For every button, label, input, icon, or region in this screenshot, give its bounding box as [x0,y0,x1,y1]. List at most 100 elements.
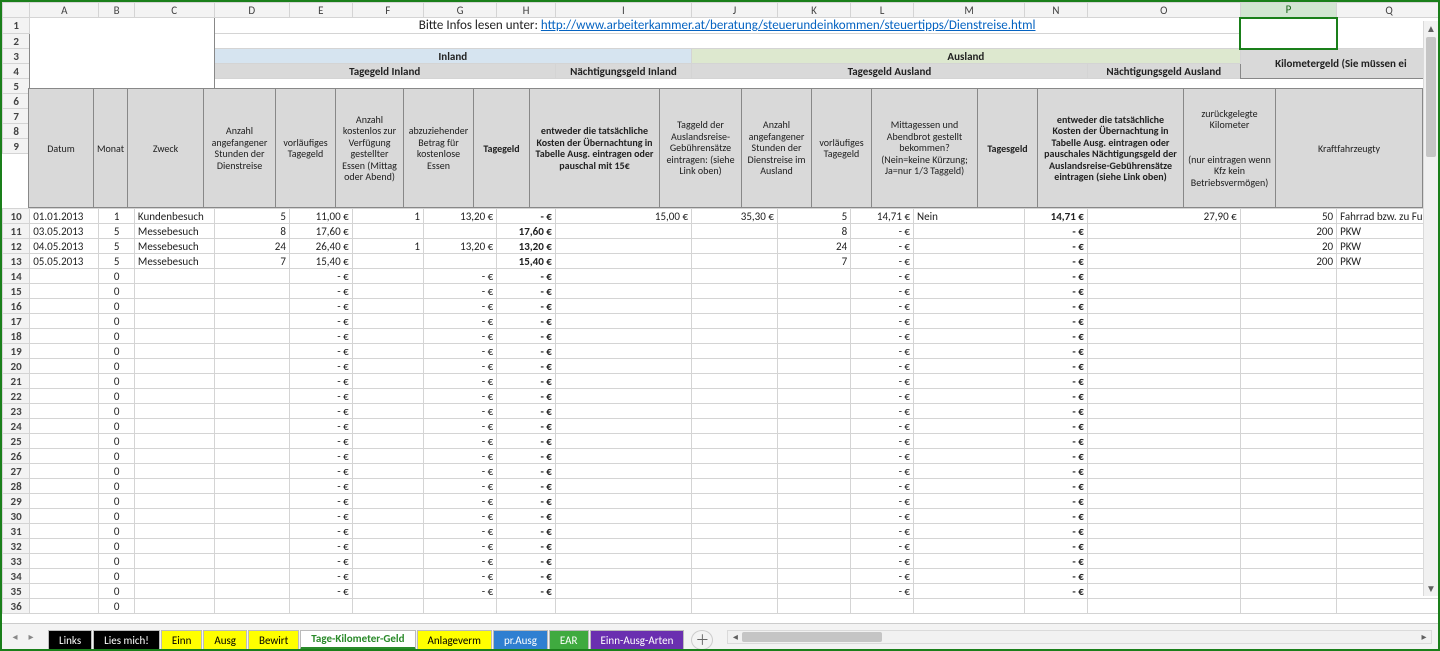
col-N[interactable]: N [1025,3,1088,18]
row-5[interactable]: 5 [3,79,30,94]
col-E[interactable]: E [289,3,352,18]
cell-E19[interactable]: - € [289,344,352,359]
tab-pr-ausg[interactable]: pr.Ausg [493,630,548,650]
cell-B33[interactable]: 0 [99,554,135,569]
cell-J33[interactable] [692,554,778,569]
cell-H36[interactable] [497,599,556,614]
cell-I20[interactable] [555,359,691,374]
cell-B14[interactable]: 0 [99,269,135,284]
cell-O12[interactable] [1087,239,1240,254]
cell-I32[interactable] [555,539,691,554]
cell-D16[interactable] [214,299,289,314]
cell-I13[interactable] [555,254,691,269]
cell-F21[interactable] [352,374,423,389]
cell-G21[interactable]: - € [423,374,496,389]
info-cell[interactable]: Bitte Infos lesen unter: http://www.arbe… [214,18,1240,34]
cell-D28[interactable] [214,479,289,494]
row-12[interactable]: 12 [3,239,30,254]
cell-J27[interactable] [692,464,778,479]
cell-E21[interactable]: - € [289,374,352,389]
cell-B24[interactable]: 0 [99,419,135,434]
tab-first-icon[interactable]: ◂ [8,630,22,644]
select-all-corner[interactable] [3,3,30,18]
row-15[interactable]: 15 [3,284,30,299]
cell-F35[interactable] [352,584,423,599]
cell-O32[interactable] [1087,539,1240,554]
col-D[interactable]: D [214,3,289,18]
cell-G25[interactable]: - € [423,434,496,449]
cell-E35[interactable]: - € [289,584,352,599]
cell-L29[interactable]: - € [851,494,914,509]
cell-A26[interactable] [30,449,99,464]
scroll-down-icon[interactable]: ▼ [1424,581,1438,596]
cell-D21[interactable] [214,374,289,389]
cell-N17[interactable]: - € [1025,314,1088,329]
cell-D25[interactable] [214,434,289,449]
cell-A11[interactable]: 03.05.2013 [30,224,99,239]
cell-F22[interactable] [352,389,423,404]
cell-K36[interactable] [777,599,850,614]
row-17[interactable]: 17 [3,314,30,329]
cell-J26[interactable] [692,449,778,464]
cell-I16[interactable] [555,299,691,314]
cell-K28[interactable] [777,479,850,494]
cell-C33[interactable] [134,554,214,569]
cell-E13[interactable]: 15,40 € [289,254,352,269]
row-18[interactable]: 18 [3,329,30,344]
cell-N22[interactable]: - € [1025,389,1088,404]
cell-E25[interactable]: - € [289,434,352,449]
cell-I36[interactable] [555,599,691,614]
cell-K31[interactable] [777,524,850,539]
cell-P29[interactable] [1240,494,1336,509]
cell-A24[interactable] [30,419,99,434]
cell-D12[interactable]: 24 [214,239,289,254]
cell-B35[interactable]: 0 [99,584,135,599]
cell-A15[interactable] [30,284,99,299]
cell-N27[interactable]: - € [1025,464,1088,479]
scroll-thumb[interactable] [1426,37,1436,157]
row-27[interactable]: 27 [3,464,30,479]
cell-I14[interactable] [555,269,691,284]
cell-N11[interactable]: - € [1025,224,1088,239]
cell-J34[interactable] [692,569,778,584]
cell-N19[interactable]: - € [1025,344,1088,359]
cell-E31[interactable]: - € [289,524,352,539]
cell-G23[interactable]: - € [423,404,496,419]
cell-A36[interactable] [30,599,99,614]
row-29[interactable]: 29 [3,494,30,509]
cell-P27[interactable] [1240,464,1336,479]
cell-E20[interactable]: - € [289,359,352,374]
cell-C26[interactable] [134,449,214,464]
cell-J21[interactable] [692,374,778,389]
cell-M28[interactable] [914,479,1025,494]
cell-C32[interactable] [134,539,214,554]
cell-L27[interactable]: - € [851,464,914,479]
cell-J13[interactable] [692,254,778,269]
cell-J17[interactable] [692,314,778,329]
row-6[interactable]: 6 [3,94,30,109]
cell-G24[interactable]: - € [423,419,496,434]
cell-C13[interactable]: Messebesuch [134,254,214,269]
col-I[interactable]: I [555,3,691,18]
cell-A31[interactable] [30,524,99,539]
col-J[interactable]: J [692,3,778,18]
cell-C18[interactable] [134,329,214,344]
cell-D24[interactable] [214,419,289,434]
cell-H26[interactable]: - € [497,449,556,464]
tab-einn[interactable]: Einn [161,630,202,650]
tab-einn-ausg-arten[interactable]: Einn-Ausg-Arten [590,630,685,650]
cell-D18[interactable] [214,329,289,344]
cell-J14[interactable] [692,269,778,284]
row-31[interactable]: 31 [3,524,30,539]
cell-B19[interactable]: 0 [99,344,135,359]
cell-P24[interactable] [1240,419,1336,434]
cell-B15[interactable]: 0 [99,284,135,299]
cell-M18[interactable] [914,329,1025,344]
cell-K23[interactable] [777,404,850,419]
cell-O23[interactable] [1087,404,1240,419]
cell-D26[interactable] [214,449,289,464]
row-30[interactable]: 30 [3,509,30,524]
cell-J16[interactable] [692,299,778,314]
cell-C35[interactable] [134,584,214,599]
cell-C12[interactable]: Messebesuch [134,239,214,254]
